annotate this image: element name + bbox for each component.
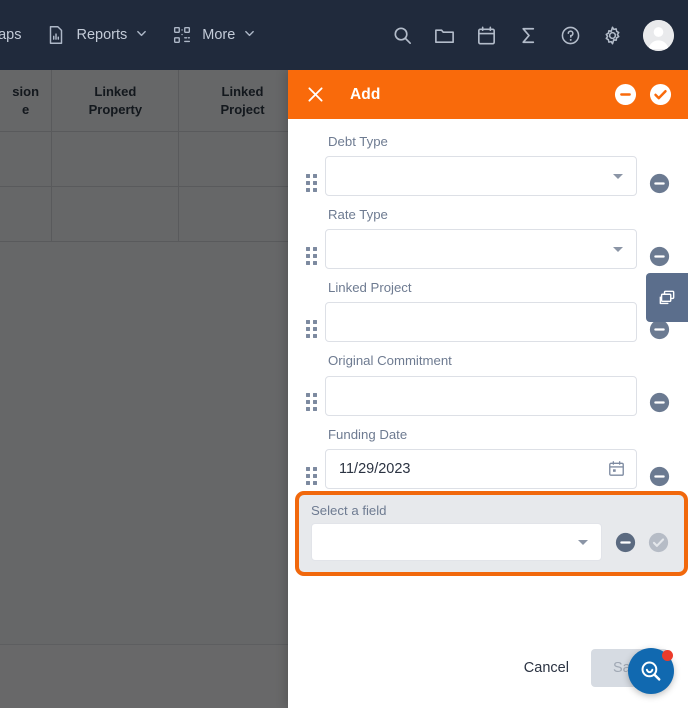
select-input-rate-type[interactable]	[325, 229, 637, 270]
duplicate-layers-icon	[657, 288, 677, 308]
chevron-down-icon	[578, 539, 588, 545]
cancel-button[interactable]: Cancel	[508, 650, 585, 686]
search-icon[interactable]	[391, 24, 414, 47]
select-input-debt-type[interactable]	[325, 156, 637, 197]
drag-handle-icon[interactable]	[304, 392, 318, 412]
calendar-icon[interactable]	[475, 24, 498, 47]
calendar-icon[interactable]	[607, 459, 626, 478]
field-row-linked-project: Linked Project	[288, 279, 688, 343]
chevron-down-icon	[613, 246, 623, 252]
add-record-panel: Add Debt Type Rate Type Linked Project O…	[288, 70, 688, 708]
select-a-field-input[interactable]	[311, 523, 602, 561]
nav-right-group	[391, 0, 674, 70]
field-main: Linked Project	[325, 279, 637, 343]
drag-handle-icon[interactable]	[304, 173, 318, 193]
nav-item-maps[interactable]: Maps	[0, 0, 33, 70]
support-search-fab[interactable]	[628, 648, 674, 694]
field-main: Original Commitment	[325, 352, 637, 416]
report-chart-icon	[45, 24, 67, 46]
field-label: Rate Type	[328, 207, 388, 223]
field-label: Original Commitment	[328, 353, 452, 369]
field-main: Rate Type	[325, 206, 637, 270]
remove-field-button[interactable]	[637, 426, 670, 487]
check-circle-icon[interactable]	[649, 83, 672, 106]
remove-field-button[interactable]	[637, 206, 670, 267]
chevron-down-icon	[244, 27, 255, 43]
drag-handle-icon[interactable]	[304, 319, 318, 339]
date-input-funding-date[interactable]: 11/29/2023	[325, 448, 637, 489]
panel-title: Add	[350, 85, 381, 103]
field-value: 11/29/2023	[339, 460, 411, 477]
field-row-rate-type: Rate Type	[288, 206, 688, 270]
select-a-field-controls	[311, 523, 684, 561]
text-input-original-commitment[interactable]	[325, 375, 637, 416]
nav-item-label: More	[202, 27, 236, 43]
field-main: Funding Date 11/29/2023	[325, 426, 637, 489]
panel-header-actions	[614, 70, 672, 119]
field-label: Linked Project	[328, 280, 412, 296]
close-icon[interactable]	[305, 84, 326, 105]
text-input-linked-project[interactable]	[325, 302, 637, 343]
help-icon[interactable]	[559, 24, 582, 47]
chevron-down-icon	[136, 27, 147, 43]
nav-item-reports[interactable]: Reports	[33, 0, 159, 70]
field-row-funding-date: Funding Date 11/29/2023	[288, 426, 688, 489]
top-navigation-bar: Maps Reports	[0, 0, 688, 70]
avatar[interactable]	[643, 19, 674, 51]
notification-badge	[662, 650, 673, 661]
field-main: Debt Type	[325, 133, 637, 197]
remove-field-button[interactable]	[637, 352, 670, 413]
nav-item-more[interactable]: More	[159, 0, 267, 70]
nav-item-label: Reports	[76, 27, 128, 43]
select-a-field-label: Select a field	[311, 503, 387, 518]
field-label: Funding Date	[328, 426, 408, 442]
field-row-original-commitment: Original Commitment	[288, 352, 688, 416]
chevron-down-icon	[613, 173, 623, 179]
panel-header: Add	[288, 70, 688, 119]
nav-item-label: Maps	[0, 27, 22, 43]
remove-field-button[interactable]	[637, 133, 670, 194]
folder-icon[interactable]	[433, 24, 456, 47]
remove-new-field-button[interactable]	[602, 532, 636, 553]
drag-handle-icon[interactable]	[304, 246, 318, 266]
app-root: sion e Linked Property Linked Project	[0, 0, 688, 708]
duplicate-field-button[interactable]	[646, 273, 688, 322]
gear-icon[interactable]	[601, 24, 624, 47]
search-smile-icon	[639, 659, 664, 684]
sigma-icon[interactable]	[517, 24, 540, 47]
qr-grid-icon	[171, 24, 193, 46]
select-a-field-block: Select a field	[295, 491, 688, 576]
panel-body: Debt Type Rate Type Linked Project Origi…	[288, 119, 688, 708]
drag-handle-icon[interactable]	[304, 466, 318, 486]
confirm-new-field-button[interactable]	[636, 532, 669, 553]
nav-left-group: Maps Reports	[0, 0, 267, 70]
remove-circle-icon[interactable]	[614, 83, 637, 106]
field-label: Debt Type	[328, 134, 388, 149]
field-row-debt-type: Debt Type	[288, 133, 688, 197]
